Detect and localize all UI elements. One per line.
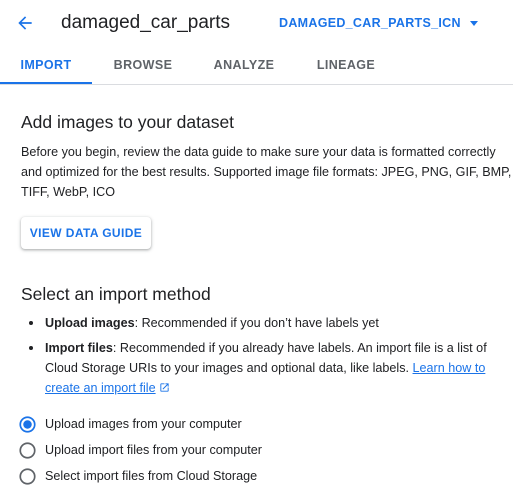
radio-label: Upload import files from your computer <box>45 443 262 457</box>
bullet-dot <box>29 321 33 325</box>
tab-lineage[interactable]: LINEAGE <box>303 46 389 84</box>
page-title: damaged_car_parts <box>61 12 230 33</box>
open-in-new-icon <box>159 383 169 392</box>
radio-label: Select import files from Cloud Storage <box>45 469 258 483</box>
arrow-back-icon <box>18 16 32 30</box>
dropdown-caret-icon <box>469 21 478 26</box>
radio-upload-images[interactable]: Upload images from your computer <box>19 413 242 435</box>
radio-upload-import-files[interactable]: Upload import files from your computer <box>19 439 262 461</box>
radio-unchecked-icon[interactable] <box>19 441 36 459</box>
tab-import[interactable]: IMPORT <box>0 46 92 84</box>
radio-label: Upload images from your computer <box>45 417 242 431</box>
add-images-heading: Add images to your dataset <box>21 112 235 132</box>
header: damaged_car_parts DAMAGED_CAR_PARTS_ICN <box>0 0 513 46</box>
bullet-text: : Recommended if you don’t have labels y… <box>134 316 379 330</box>
dataset-select[interactable]: DAMAGED_CAR_PARTS_ICN <box>279 14 478 32</box>
dataset-select-value: DAMAGED_CAR_PARTS_ICN <box>279 16 461 30</box>
view-data-guide-button[interactable]: VIEW DATA GUIDE <box>21 217 151 249</box>
list-item-import-files: Import files: Recommended if you already… <box>21 338 513 398</box>
radio-checked-icon[interactable] <box>19 415 36 433</box>
import-method-list: Upload images: Recommended if you don’t … <box>21 313 513 403</box>
import-method-heading: Select an import method <box>21 284 211 304</box>
radio-select-cloud-storage[interactable]: Select import files from Cloud Storage <box>19 465 257 487</box>
back-button[interactable] <box>12 10 38 36</box>
tab-analyze[interactable]: ANALYZE <box>198 46 290 84</box>
list-item-upload-images: Upload images: Recommended if you don’t … <box>21 313 513 333</box>
bullet-term: Upload images <box>45 316 135 330</box>
tab-bar: IMPORT BROWSE ANALYZE LINEAGE <box>0 46 513 85</box>
add-images-description: Before you begin, review the data guide … <box>21 145 512 199</box>
tab-browse[interactable]: BROWSE <box>98 46 188 84</box>
radio-unchecked-icon[interactable] <box>19 467 36 485</box>
bullet-dot <box>29 346 33 350</box>
bullet-term: Import files <box>45 341 113 355</box>
